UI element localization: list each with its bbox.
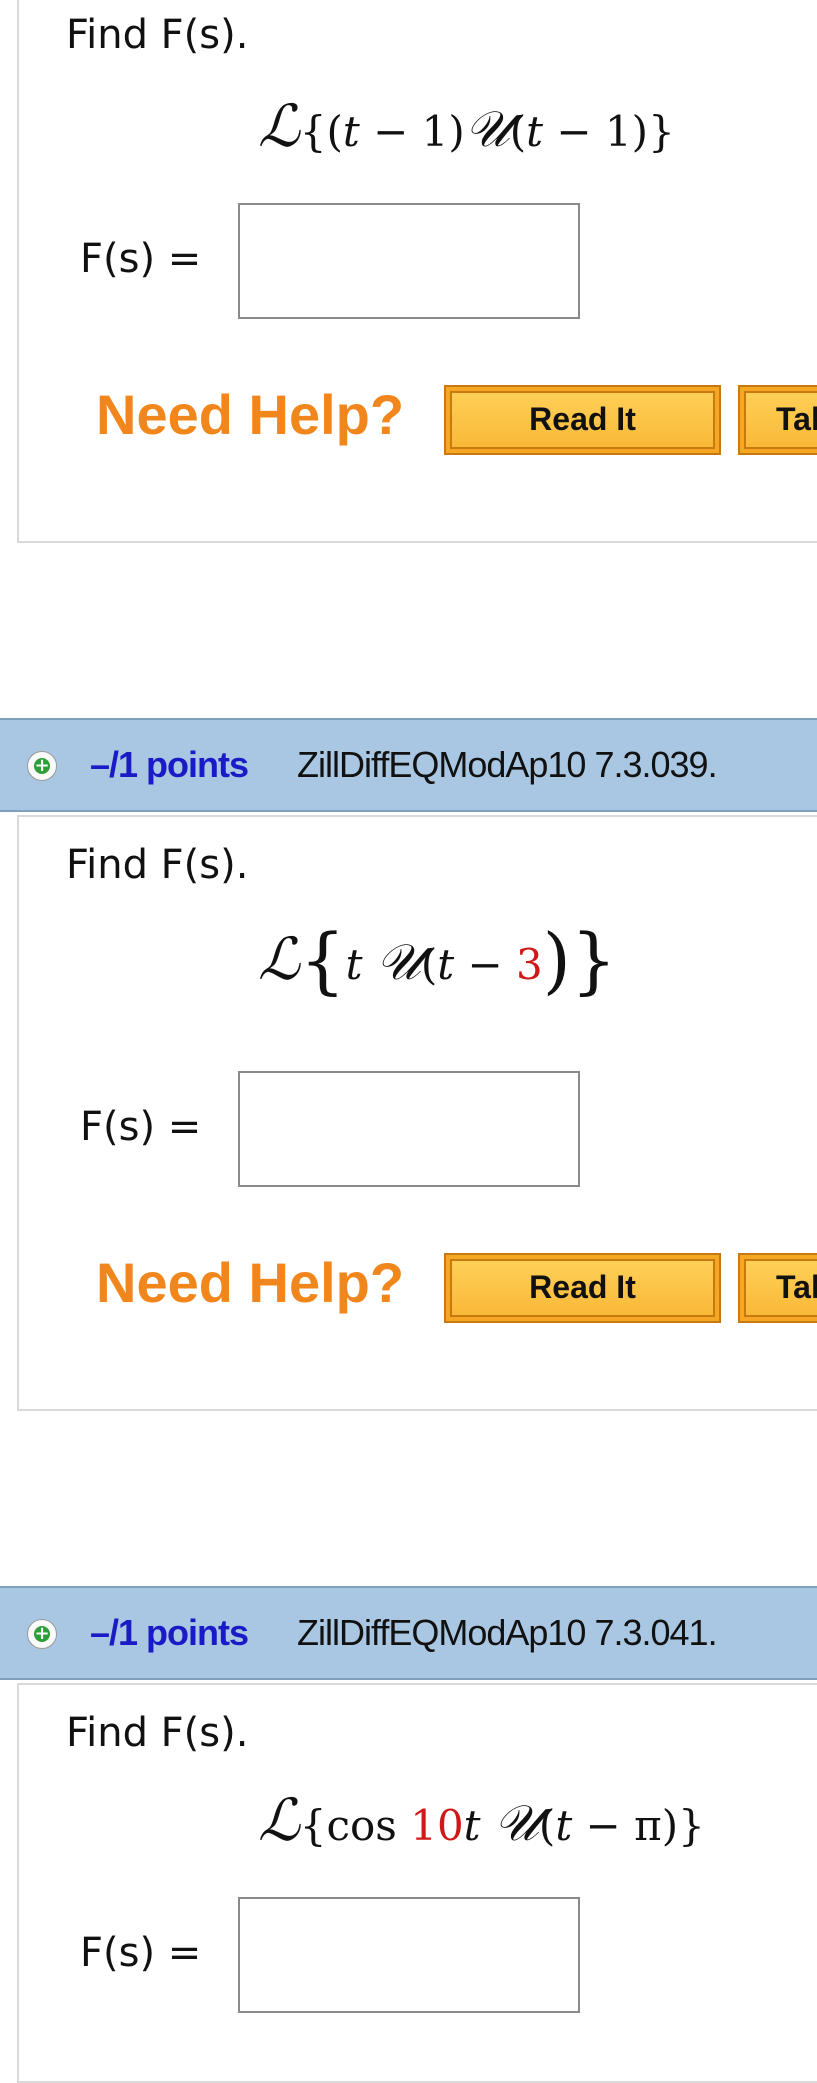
need-help-label: Need Help? (96, 1251, 405, 1314)
talk-to-tutor-button[interactable]: Talk to a Tutor (738, 385, 817, 455)
need-help-label: Need Help? (96, 383, 405, 446)
laplace-expression: ℒ{t 𝒰(t − 3)} (258, 918, 617, 1002)
answer-label: F(s) = (80, 1104, 202, 1150)
laplace-operator: ℒ (258, 925, 300, 993)
answer-label: F(s) = (80, 236, 202, 282)
unit-step-symbol: 𝒰 (493, 1794, 539, 1852)
read-it-button[interactable]: Read It (444, 1253, 721, 1323)
question-prompt: Find F(s). (66, 12, 249, 58)
answer-input[interactable] (238, 203, 580, 319)
question-id: ZillDiffEQModAp10 7.3.041. (297, 1612, 718, 1653)
answer-input[interactable] (238, 1897, 580, 2013)
points-label[interactable]: –/1 points (90, 744, 249, 786)
read-it-button[interactable]: Read It (444, 385, 721, 455)
plus-circle-icon[interactable]: + (27, 1619, 57, 1649)
answer-label: F(s) = (80, 1930, 202, 1976)
laplace-operator: ℒ (258, 1786, 300, 1854)
question-header: + –/1 points ZillDiffEQModAp10 7.3.041. (0, 1586, 817, 1680)
points-label[interactable]: –/1 points (90, 1612, 249, 1654)
question-prompt: Find F(s). (66, 842, 249, 888)
unit-step-symbol: 𝒰 (375, 933, 421, 991)
question-prompt: Find F(s). (66, 1710, 249, 1756)
question-id: ZillDiffEQModAp10 7.3.039. (297, 744, 718, 785)
laplace-operator: ℒ (258, 92, 300, 160)
plus-circle-icon[interactable]: + (27, 751, 57, 781)
talk-to-tutor-button[interactable]: Talk to a Tutor (738, 1253, 817, 1323)
unit-step-symbol: 𝒰 (464, 100, 510, 158)
laplace-expression: ℒ{cos 10t 𝒰(t − π)} (258, 1786, 705, 1854)
answer-input[interactable] (238, 1071, 580, 1187)
question-header: + –/1 points ZillDiffEQModAp10 7.3.039. (0, 718, 817, 812)
laplace-expression: ℒ{(t − 1)𝒰(t − 1)} (258, 92, 675, 160)
